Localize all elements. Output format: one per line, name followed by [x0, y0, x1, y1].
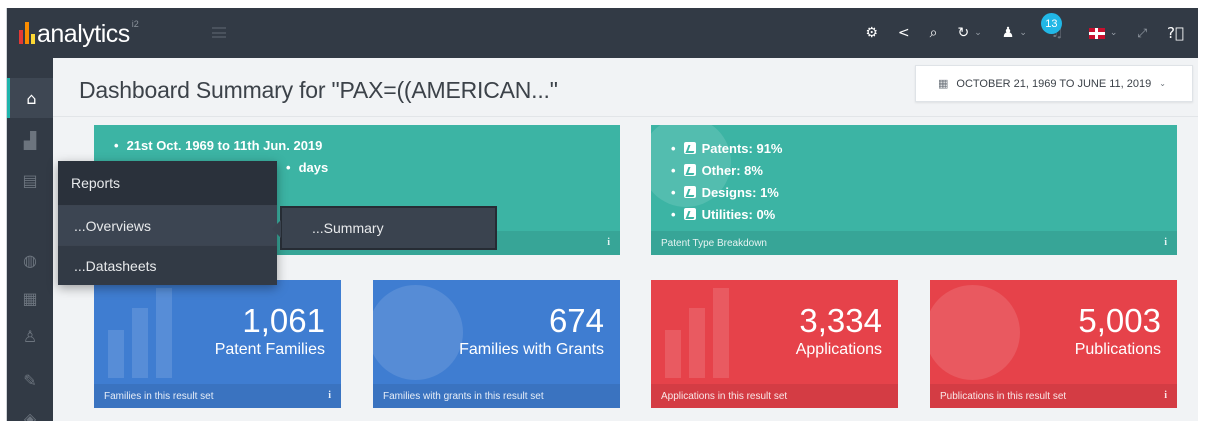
stat-card-publications[interactable]: 5,003 Publications Publications in this …: [930, 280, 1177, 408]
sidebar-item-people[interactable]: ♙: [7, 316, 53, 356]
list-item: Utilities: 0%: [671, 204, 782, 226]
list-item: 21st Oct. 1969 to 11th Jun. 2019: [114, 135, 328, 157]
menu-item-datasheets[interactable]: ...Datasheets: [58, 245, 277, 285]
share-icon[interactable]: <: [898, 25, 910, 41]
user-icon: ♟: [1001, 25, 1015, 41]
sidebar-item-home[interactable]: ⌂: [7, 78, 61, 118]
info-icon[interactable]: i: [1164, 390, 1167, 401]
refresh-icon: ↻: [957, 25, 970, 41]
notifications[interactable]: ♫ 13: [1040, 13, 1069, 43]
calendar-icon: ▦: [938, 77, 949, 90]
logo[interactable]: analytics i2: [19, 17, 139, 49]
card-footer: Families in this result set i: [94, 384, 341, 408]
sidebar: ⌂ ▟ ▤ ◍ ▦ ♙ ✎ ◈: [7, 58, 61, 421]
info-icon[interactable]: i: [1164, 237, 1167, 248]
stat-value: 3,334: [799, 302, 882, 339]
menu-header: Reports: [58, 161, 277, 205]
bar-chart-watermark-icon: [108, 288, 172, 378]
fullscreen-icon[interactable]: ⤢: [1137, 26, 1147, 41]
list-item: Other: 8%: [671, 160, 782, 182]
card-footer: Patent Type Breakdown i: [651, 231, 1177, 255]
calendar-icon: ▦: [22, 288, 38, 308]
bar-chart-watermark-icon: [665, 288, 729, 378]
top-bar: analytics i2 ⚙ < ⌕ ↻ ⌄ ♟ ⌄ ♫ 13 ⌄ ⤢ ?⃝: [7, 8, 1198, 58]
edit-box-icon: [683, 164, 696, 176]
user-menu[interactable]: ♟ ⌄: [1002, 25, 1027, 41]
edit-box-icon: [683, 186, 696, 198]
chevron-down-icon: ⌄: [1109, 28, 1118, 38]
info-icon[interactable]: i: [607, 237, 610, 248]
globe-icon: ◍: [23, 250, 37, 270]
edit-box-icon: [683, 142, 696, 154]
date-range-label: OCTOBER 21, 1969 TO JUNE 11, 2019: [956, 77, 1152, 90]
card-footer-label: Applications in this result set: [661, 390, 788, 402]
sidebar-item-layers[interactable]: ◈: [7, 398, 53, 421]
sidebar-item-reports[interactable]: ▤: [7, 160, 53, 200]
edit-box-icon: [683, 208, 696, 220]
stack-icon: ◈: [23, 408, 37, 421]
date-range-button[interactable]: ▦ OCTOBER 21, 1969 TO JUNE 11, 2019 ⌄: [915, 65, 1193, 102]
sidebar-item-charts[interactable]: ▟: [7, 120, 53, 160]
stat-value: 674: [548, 302, 604, 339]
chevron-down-icon: ⌄: [1159, 79, 1166, 88]
reports-flyout-menu: Reports ...Overviews ...Datasheets: [58, 161, 277, 285]
card-footer: Applications in this result set: [651, 384, 898, 408]
menu-item-overviews[interactable]: ...Overviews: [58, 205, 277, 245]
card-footer-label: Families with grants in this result set: [383, 390, 544, 402]
chart-icon: ▟: [23, 130, 37, 150]
patent-type-list: Patents: 91% Other: 8% Designs: 1% Utili…: [671, 138, 782, 226]
sidebar-item-edit[interactable]: ✎: [7, 360, 53, 400]
page-title: Dashboard Summary for "PAX=((AMERICAN...…: [79, 77, 558, 103]
person-icon: ♙: [22, 326, 38, 346]
language-menu[interactable]: ⌄: [1088, 27, 1118, 39]
top-toolbar: ⚙ < ⌕ ↻ ⌄ ♟ ⌄ ♫ 13 ⌄ ⤢ ?⃝: [845, 8, 1184, 58]
stat-card-applications[interactable]: 3,334 Applications Applications in this …: [651, 280, 898, 408]
flag-icon: [1088, 27, 1105, 39]
hamburger-menu-icon[interactable]: [212, 27, 226, 38]
logo-bars-icon: [19, 22, 35, 44]
sidebar-item-map[interactable]: ◍: [7, 240, 53, 280]
submenu-item-summary[interactable]: ...Summary: [272, 206, 497, 250]
stat-value: 1,061: [242, 302, 325, 339]
stat-label: Families with Grants: [459, 341, 604, 358]
home-icon: ⌂: [26, 88, 37, 108]
chevron-down-icon: ⌄: [974, 28, 982, 38]
card-footer: Families with grants in this result set: [373, 384, 620, 408]
stat-value: 5,003: [1078, 302, 1161, 339]
stat-card-families-with-grants[interactable]: 674 Families with Grants Families with g…: [373, 280, 620, 408]
logo-text: analytics: [37, 20, 130, 48]
help-icon[interactable]: ?⃝: [1167, 24, 1184, 42]
notification-badge: 13: [1040, 13, 1062, 34]
stat-label: Applications: [795, 341, 882, 358]
globe-watermark-icon: [373, 285, 463, 380]
patent-type-card: Patents: 91% Other: 8% Designs: 1% Utili…: [651, 125, 1177, 255]
logo-superscript: i2: [131, 19, 139, 29]
sidebar-item-calendar[interactable]: ▦: [7, 278, 53, 318]
refresh-menu[interactable]: ↻ ⌄: [957, 25, 981, 41]
card-footer: Publications in this result set i: [930, 384, 1177, 408]
list-item: Patents: 91%: [671, 138, 782, 160]
card-footer-label: Patent Type Breakdown: [661, 237, 767, 249]
chevron-down-icon: ⌄: [1019, 28, 1027, 38]
stat-label: Patent Families: [214, 341, 325, 358]
app-window: analytics i2 ⚙ < ⌕ ↻ ⌄ ♟ ⌄ ♫ 13 ⌄ ⤢ ?⃝ ⌂ ▟…: [6, 8, 1198, 421]
search-icon[interactable]: ⌕: [930, 25, 938, 41]
cogs-icon[interactable]: ⚙: [865, 25, 878, 41]
card-footer-label: Publications in this result set: [940, 390, 1067, 402]
list-item: Designs: 1%: [671, 182, 782, 204]
pen-icon: ✎: [23, 370, 37, 390]
document-icon: ▤: [22, 170, 38, 190]
globe-watermark-icon: [930, 285, 1020, 380]
header-divider: [53, 116, 1198, 117]
stat-card-patent-families[interactable]: 1,061 Patent Families Families in this r…: [94, 280, 341, 408]
stat-label: Publications: [1074, 341, 1161, 358]
card-footer-label: Families in this result set: [104, 390, 214, 402]
info-icon[interactable]: i: [328, 390, 331, 401]
